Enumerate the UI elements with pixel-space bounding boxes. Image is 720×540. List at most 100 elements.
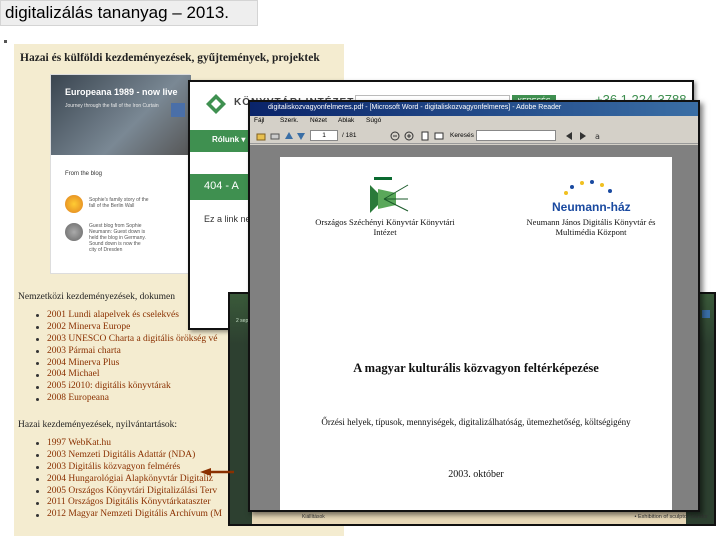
list-item-link[interactable]: 1997 WebKat.hu: [47, 438, 111, 450]
list-item[interactable]: 2005 i2010: digitális könyvtárak: [36, 381, 217, 393]
neumann-haz-logo-text: Neumann-ház: [552, 200, 631, 214]
pdf-viewer-window[interactable]: digitaliskozvagyonfelmeres.pdf - [Micros…: [248, 100, 700, 512]
list-item[interactable]: 2011 Országos Digitális Könyvtárkataszte…: [36, 497, 222, 509]
bullet-icon: [36, 466, 39, 470]
neumann-haz-logo-icon: Neumann-ház: [552, 180, 631, 214]
bullet-icon: [36, 385, 39, 389]
menu-bar: Fájl Szerk. Nézet Ablak Súgó: [250, 116, 698, 128]
list-item-link[interactable]: 2004 Michael: [47, 369, 100, 381]
blog-note-2[interactable]: Guest blog from Sophie Neumann: Guest do…: [89, 223, 149, 253]
list-item[interactable]: 1997 WebKat.hu: [36, 438, 222, 450]
pdf-page: Országos Széchényi Könyvtár Könyvtári In…: [280, 157, 672, 510]
section-domestic: Hazai kezdeményezések, nyilvántartások:: [18, 420, 178, 430]
list-item[interactable]: 2004 Minerva Plus: [36, 358, 217, 370]
title-bar[interactable]: digitaliskozvagyonfelmeres.pdf - [Micros…: [250, 102, 698, 116]
oszk-logo-icon: [370, 177, 409, 213]
list-item[interactable]: 2012 Magyar Nemzeti Digitális Archívum (…: [36, 509, 222, 521]
oszk-name: Országos Széchényi Könyvtár Könyvtári In…: [315, 217, 455, 237]
search-label: Keresés: [450, 132, 474, 139]
slide-title: digitalizálás tananyag – 2013.: [5, 3, 229, 22]
menu-item-view[interactable]: Nézet: [310, 117, 327, 124]
text-select-icon[interactable]: a: [594, 131, 604, 141]
europeana-banner-title: Europeana 1989 - now live: [65, 87, 178, 97]
list-item[interactable]: 2005 Országos Könyvtári Digitalizálási T…: [36, 486, 222, 498]
bullet-icon: [36, 501, 39, 505]
social-icon[interactable]: [702, 310, 710, 318]
europeana-logo-icon: [65, 195, 83, 213]
list-item[interactable]: 2003 Nemzeti Digitális Adattár (NDA): [36, 450, 222, 462]
list-item-link[interactable]: 2003 Nemzeti Digitális Adattár (NDA): [47, 450, 195, 462]
list-item-link[interactable]: 2005 Országos Könyvtári Digitalizálási T…: [47, 486, 217, 498]
page-number-input[interactable]: 1: [310, 130, 338, 141]
footer-right-link[interactable]: • Exhibition of sculptor Sándor: [635, 514, 708, 520]
list-item-link[interactable]: 2003 Digitális közvagyon felmérés: [47, 462, 180, 474]
nav-item-about[interactable]: Rólunk ▾: [212, 135, 245, 144]
menu-item-help[interactable]: Súgó: [366, 117, 381, 124]
section-international: Nemzetközi kezdeményezések, dokumen: [18, 292, 175, 302]
menu-item-edit[interactable]: Szerk.: [280, 117, 298, 124]
list-item-link[interactable]: 2011 Országos Digitális Könyvtárkataszte…: [47, 497, 210, 509]
pointer-arrow-icon: [200, 468, 234, 476]
footer-left-link[interactable]: Kiállítások: [302, 514, 325, 520]
header-strip-text: 2 sep: [236, 318, 249, 324]
next-arrow-icon[interactable]: [171, 103, 185, 117]
list-item[interactable]: 2003 Digitális közvagyon felmérés: [36, 462, 222, 474]
zoom-in-icon[interactable]: [404, 131, 414, 141]
page-count: / 181: [342, 132, 357, 139]
document-title: A magyar kulturális közvagyon feltérképe…: [353, 361, 599, 375]
list-item-link[interactable]: 2002 Minerva Europe: [47, 322, 130, 334]
list-item-link[interactable]: 2004 Minerva Plus: [47, 358, 119, 370]
zoom-out-icon[interactable]: [390, 131, 400, 141]
bullet-icon: [36, 362, 39, 365]
europeana-banner-subtitle: Journey through the fall of the Iron Cur…: [65, 103, 159, 109]
fit-width-icon[interactable]: [434, 131, 444, 141]
search-input[interactable]: [476, 130, 556, 141]
bullet-icon: [36, 350, 39, 354]
europeana-banner[interactable]: Europeana 1989 - now live Journey throug…: [51, 75, 191, 155]
list-item[interactable]: 2003 Pármai charta: [36, 346, 217, 358]
list-item-link[interactable]: 2001 Lundi alapelvek és cselekvés: [47, 310, 179, 322]
list-item-link[interactable]: 2003 Pármai charta: [47, 346, 121, 358]
window-title: digitaliskozvagyonfelmeres.pdf - [Micros…: [268, 104, 562, 111]
guest-avatar-icon: [65, 223, 83, 241]
next-result-icon[interactable]: [578, 131, 588, 141]
bullet-icon: [36, 397, 39, 401]
menu-item-file[interactable]: Fájl: [254, 117, 264, 124]
list-item[interactable]: 2008 Europeana: [36, 393, 217, 405]
previous-result-icon[interactable]: [564, 131, 574, 141]
document-area[interactable]: Országos Széchényi Könyvtár Könyvtári In…: [250, 145, 698, 510]
list-item-link[interactable]: 2004 Hungarológiai Alapkönyvtár Digitali…: [47, 474, 213, 486]
list-item-link[interactable]: 2012 Magyar Nemzeti Digitális Archívum (…: [47, 509, 222, 521]
domestic-list: 1997 WebKat.hu 2003 Nemzeti Digitális Ad…: [36, 438, 222, 521]
print-icon[interactable]: [270, 131, 280, 141]
list-item-link[interactable]: 2003 UNESCO Charta a digitális örökség v…: [47, 334, 217, 346]
up-icon[interactable]: [284, 131, 294, 141]
bullet-icon: [36, 314, 39, 318]
blog-label: From the blog: [65, 171, 103, 177]
bullet-icon: [36, 338, 39, 342]
bullet-icon: [36, 478, 39, 482]
bullet-icon: [36, 490, 39, 493]
bullet-icon: [36, 513, 39, 517]
fit-page-icon[interactable]: [420, 131, 430, 141]
menu-item-window[interactable]: Ablak: [338, 117, 354, 124]
site-logo-icon: [206, 94, 226, 114]
list-item[interactable]: 2004 Hungarológiai Alapkönyvtár Digitali…: [36, 474, 222, 486]
bullet-icon: [36, 326, 39, 330]
down-icon[interactable]: [296, 131, 306, 141]
list-item[interactable]: 2004 Michael: [36, 369, 217, 381]
dot-mark: [4, 40, 7, 43]
list-item[interactable]: 2003 UNESCO Charta a digitális örökség v…: [36, 334, 217, 346]
open-icon[interactable]: [256, 131, 266, 141]
document-subtitle: Őrzési helyek, típusok, mennyiségek, dig…: [321, 417, 631, 427]
page-heading: Hazai és külföldi kezdeményezések, gyűjt…: [20, 52, 320, 64]
error-text: 404 - A: [204, 180, 239, 192]
list-item-link[interactable]: 2005 i2010: digitális könyvtárak: [47, 381, 171, 393]
svg-text:a: a: [595, 132, 600, 141]
list-item-link[interactable]: 2008 Europeana: [47, 393, 109, 405]
blog-note-1[interactable]: Sophie's family story of the fall of the…: [89, 197, 149, 209]
bullet-icon: [36, 442, 39, 446]
europeana-card[interactable]: Europeana 1989 - now live Journey throug…: [50, 74, 191, 274]
bullet-icon: [36, 373, 39, 377]
bullet-icon: [36, 454, 39, 458]
